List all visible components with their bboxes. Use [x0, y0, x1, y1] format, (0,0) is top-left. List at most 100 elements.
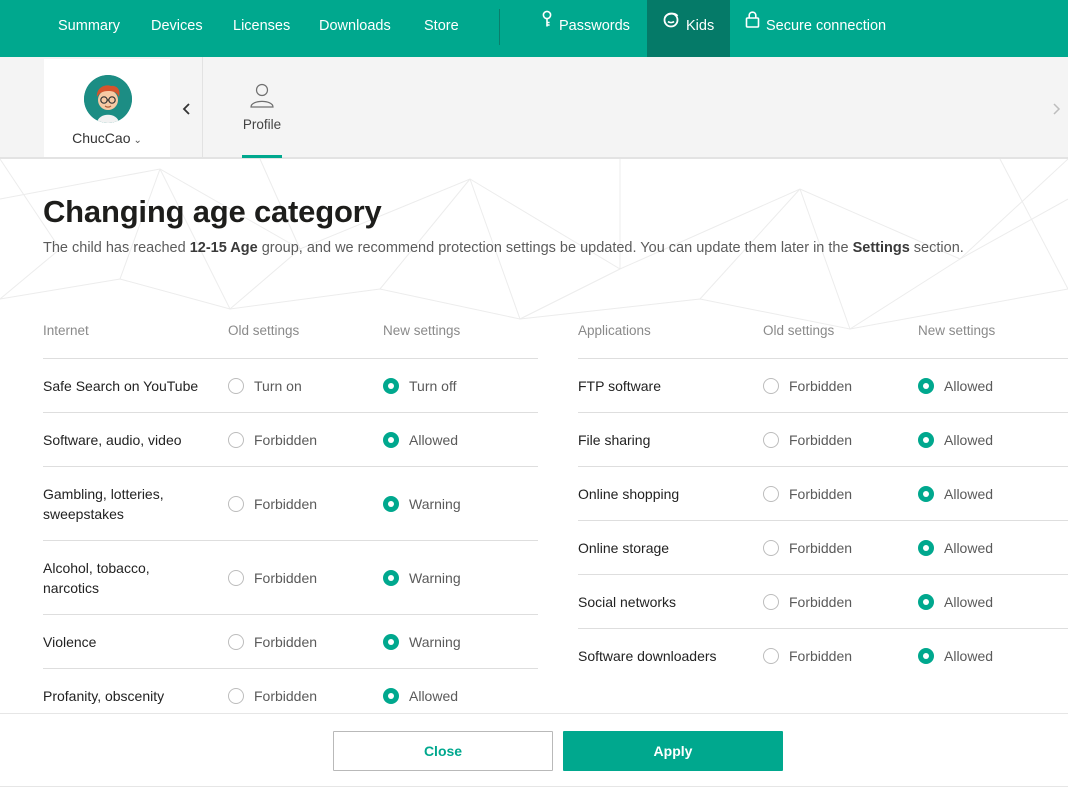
old-setting-label: Forbidden: [254, 687, 318, 704]
radio-unchecked-icon: [763, 593, 779, 610]
radio-checked-icon: [383, 633, 399, 650]
old-setting-radio[interactable]: Forbidden: [763, 359, 852, 412]
new-setting-radio[interactable]: Allowed: [383, 669, 458, 714]
nav-licenses[interactable]: Licenses: [233, 0, 290, 57]
user-icon: [250, 83, 274, 108]
new-setting-radio[interactable]: Allowed: [383, 413, 458, 466]
old-setting-radio[interactable]: Forbidden: [228, 669, 317, 714]
key-icon: [541, 0, 553, 51]
application-category: Online storage: [578, 539, 670, 556]
internet-category: Gambling, lotteries, sweepstakes: [43, 485, 164, 522]
old-setting-label: Forbidden: [789, 647, 853, 664]
nav-summary[interactable]: Summary: [58, 0, 120, 57]
new-setting-radio[interactable]: Turn off: [383, 359, 456, 412]
next-arrow[interactable]: [1047, 97, 1065, 121]
new-setting-label: Allowed: [944, 485, 994, 502]
kids-face-icon: [662, 0, 680, 51]
table-row: Online storage Forbidden Allowed: [578, 520, 1068, 574]
close-button[interactable]: Close: [333, 731, 553, 771]
application-category: Social networks: [578, 593, 677, 610]
table-row: FTP software Forbidden Allowed: [578, 358, 1068, 412]
old-setting-radio[interactable]: Turn on: [228, 359, 302, 412]
new-setting-radio[interactable]: Allowed: [918, 629, 993, 682]
application-category: File sharing: [578, 431, 651, 448]
old-setting-radio[interactable]: Forbidden: [763, 521, 852, 574]
new-setting-radio[interactable]: Allowed: [918, 467, 993, 520]
main-content: Changing age category The child has reac…: [0, 159, 1068, 714]
nav-passwords[interactable]: Passwords: [541, 0, 630, 57]
old-setting-radio[interactable]: Forbidden: [228, 413, 317, 466]
radio-checked-icon: [918, 647, 934, 664]
old-setting-radio[interactable]: Forbidden: [763, 413, 852, 466]
new-setting-radio[interactable]: Warning: [383, 541, 461, 614]
previous-arrow[interactable]: [178, 97, 196, 121]
apply-button[interactable]: Apply: [563, 731, 783, 771]
radio-unchecked-icon: [228, 377, 244, 394]
old-setting-label: Forbidden: [789, 485, 853, 502]
nav-downloads[interactable]: Downloads: [319, 0, 391, 57]
internet-category: Alcohol, tobacco, narcotics: [43, 559, 150, 596]
radio-unchecked-icon: [228, 633, 244, 650]
old-setting-radio[interactable]: Forbidden: [763, 467, 852, 520]
table-row: File sharing Forbidden Allowed: [578, 412, 1068, 466]
new-setting-radio[interactable]: Warning: [383, 467, 461, 540]
radio-checked-icon: [383, 377, 399, 394]
new-setting-radio[interactable]: Allowed: [918, 413, 993, 466]
nav-kids-label: Kids: [686, 18, 715, 34]
nav-kids[interactable]: Kids: [647, 0, 731, 57]
tab-profile[interactable]: Profile: [236, 81, 288, 159]
desc-part-3: section.: [909, 240, 964, 256]
new-setting-label: Allowed: [409, 431, 459, 448]
table-row: Safe Search on YouTube Turn on Turn off: [43, 358, 538, 412]
new-setting-label: Warning: [409, 633, 461, 650]
nav-secure-connection[interactable]: Secure connection: [745, 0, 886, 57]
old-setting-label: Forbidden: [254, 495, 318, 512]
child-name[interactable]: ChucCao ⌄: [44, 130, 170, 146]
table-row: Gambling, lotteries, sweepstakes Forbidd…: [43, 466, 538, 540]
new-setting-radio[interactable]: Allowed: [918, 575, 993, 628]
internet-old-header: Old settings: [228, 323, 300, 338]
page-description: The child has reached 12-15 Age group, a…: [43, 237, 1028, 259]
lock-icon: [745, 0, 760, 51]
chevron-right-icon: [1053, 103, 1061, 115]
top-navigation: Summary Devices Licenses Downloads Store…: [0, 0, 1068, 57]
application-category: Online shopping: [578, 485, 680, 502]
nav-separator: [499, 9, 500, 45]
desc-age-group: 12-15 Age: [189, 240, 258, 256]
new-setting-label: Allowed: [944, 377, 994, 394]
radio-checked-icon: [383, 431, 399, 448]
new-setting-radio[interactable]: Warning: [383, 615, 461, 668]
internet-category: Profanity, obscenity: [43, 687, 165, 704]
new-setting-label: Warning: [409, 569, 461, 586]
old-setting-radio[interactable]: Forbidden: [763, 629, 852, 682]
old-setting-radio[interactable]: Forbidden: [228, 541, 317, 614]
nav-store[interactable]: Store: [424, 0, 459, 57]
radio-checked-icon: [383, 569, 399, 586]
table-row: Online shopping Forbidden Allowed: [578, 466, 1068, 520]
internet-category: Safe Search on YouTube: [43, 377, 199, 394]
internet-new-header: New settings: [383, 323, 461, 338]
desc-part-1: The child has reached: [43, 240, 190, 256]
nav-devices[interactable]: Devices: [151, 0, 203, 57]
old-setting-label: Turn on: [254, 377, 302, 394]
table-row: Software downloaders Forbidden Allowed: [578, 628, 1068, 682]
applications-header: Applications: [578, 323, 651, 338]
child-selector[interactable]: ChucCao ⌄: [44, 59, 170, 157]
table-row: Software, audio, video Forbidden Allowed: [43, 412, 538, 466]
nav-passwords-label: Passwords: [559, 18, 630, 34]
radio-unchecked-icon: [228, 687, 244, 704]
table-row: Alcohol, tobacco, narcotics Forbidden Wa…: [43, 540, 538, 614]
new-setting-radio[interactable]: Allowed: [918, 521, 993, 574]
old-setting-label: Forbidden: [789, 431, 853, 448]
old-setting-radio[interactable]: Forbidden: [228, 615, 317, 668]
old-setting-label: Forbidden: [254, 633, 318, 650]
tab-profile-label: Profile: [242, 117, 282, 132]
new-setting-radio[interactable]: Allowed: [918, 359, 993, 412]
dialog-footer: Close Apply: [0, 713, 1068, 800]
new-setting-label: Allowed: [944, 593, 994, 610]
radio-unchecked-icon: [228, 431, 244, 448]
old-setting-label: Forbidden: [789, 539, 853, 556]
applications-old-header: Old settings: [763, 323, 835, 338]
old-setting-radio[interactable]: Forbidden: [228, 467, 317, 540]
old-setting-radio[interactable]: Forbidden: [763, 575, 852, 628]
